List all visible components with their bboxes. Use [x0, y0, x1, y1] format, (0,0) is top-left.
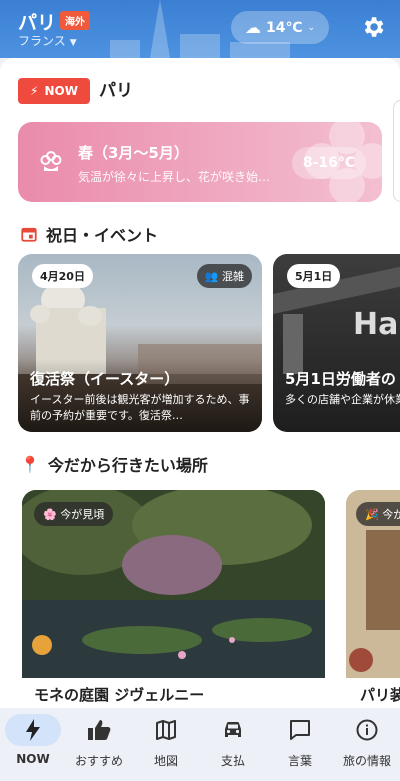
now-city-title: パリ — [99, 81, 133, 101]
next-card-peek[interactable] — [393, 100, 400, 202]
event-description: イースター前後は観光客が増加するため、事前の予約が重要です。復活祭… — [30, 393, 250, 422]
crowd-label: 混雑 — [222, 270, 244, 283]
events-section-title: 祝日・イベント — [46, 226, 159, 245]
gear-icon[interactable] — [360, 14, 386, 40]
calendar-icon — [21, 227, 37, 242]
bottom-navigation: NOW おすすめ 地図 支払 言葉 旅の情報 — [0, 708, 400, 781]
current-city[interactable]: パリ — [18, 8, 56, 35]
thumbs-up-icon — [71, 714, 127, 746]
bolt-icon: ⚡ — [30, 84, 39, 98]
nav-label: NOW — [16, 752, 50, 766]
place-caption: モネの庭園 ジヴェルニー — [22, 678, 325, 708]
overseas-badge: 海外 — [60, 11, 90, 30]
map-icon — [138, 714, 194, 746]
people-icon: 👥 — [204, 270, 219, 283]
nav-label: 旅の情報 — [342, 754, 391, 768]
in-season-badge: 🌸 今が見頃 — [34, 502, 114, 526]
flower-icon — [40, 151, 62, 171]
place-card-giverny[interactable]: 🌸 今が見頃 モネの庭園 ジヴェルニー — [22, 490, 325, 708]
chevron-down-icon: ▼ — [69, 38, 77, 48]
season-card[interactable]: 春（3月〜5月） 気温が徐々に上昇し、花が咲き始… 8-16°C — [18, 122, 382, 202]
nav-payment[interactable]: 支払 — [200, 708, 266, 781]
map-pin-icon: 📍 — [20, 454, 40, 474]
season-temperature: 8-16°C — [292, 147, 366, 179]
event-date: 5月1日 — [287, 264, 341, 288]
in-season-badge: 🎉 今が — [356, 502, 400, 526]
event-description: 多くの店舗や企業が休業に買い物や食事の計画 — [285, 393, 400, 406]
event-card-easter[interactable]: 4月20日 👥 混雑 復活祭（イースター） イースター前後は観光客が増加するため… — [18, 254, 262, 432]
event-title: 5月1日労働者の — [285, 370, 396, 388]
event-card-labor-day[interactable]: Ha 5月1日 5月1日労働者の 多くの店舗や企業が休業に買い物や食事の計画 — [273, 254, 400, 432]
in-season-label: 今が — [382, 508, 400, 521]
party-icon: 🎉 — [365, 508, 379, 521]
nav-now[interactable]: NOW — [0, 708, 66, 781]
chat-bubble-icon — [272, 714, 328, 746]
now-badge-label: NOW — [44, 84, 78, 98]
info-icon — [339, 714, 395, 746]
weather-temp: 14℃ — [266, 19, 303, 36]
app-header: パリ 海外 フランス ▼ ☁ 14℃ ⌄ — [0, 0, 400, 58]
nav-label: 言葉 — [287, 754, 312, 768]
nav-map[interactable]: 地図 — [133, 708, 199, 781]
season-title: 春（3月〜5月） — [78, 144, 189, 162]
cloud-sun-icon: ☁ — [245, 18, 261, 37]
bolt-icon — [5, 714, 61, 746]
main-content: ⚡ NOW パリ 春（3月〜5月） 気温が徐々に上昇し、花が咲き始… 8-16°C… — [0, 58, 400, 708]
event-title: 復活祭（イースター） — [30, 370, 180, 388]
weather-button[interactable]: ☁ 14℃ ⌄ — [231, 11, 329, 44]
nav-recommend[interactable]: おすすめ — [66, 708, 132, 781]
nav-label: 支払 — [220, 754, 245, 768]
chevron-down-icon: ⌄ — [307, 22, 315, 33]
svg-text:Ha: Ha — [353, 307, 398, 342]
places-section-title: 今だから行きたい場所 — [47, 456, 208, 475]
in-season-label: 今が見頃 — [60, 508, 105, 521]
place-caption: パリ装 — [346, 678, 400, 708]
country-selector[interactable]: フランス ▼ — [18, 32, 77, 49]
now-badge: ⚡ NOW — [18, 78, 90, 104]
nav-travel-info[interactable]: 旅の情報 — [334, 708, 400, 781]
flower-icon: 🌸 — [43, 508, 57, 521]
nav-label: 地図 — [153, 754, 178, 768]
crowd-badge: 👥 混雑 — [196, 264, 252, 288]
nav-language[interactable]: 言葉 — [267, 708, 333, 781]
country-label: フランス — [18, 34, 66, 48]
event-date: 4月20日 — [32, 264, 93, 288]
car-icon — [205, 714, 261, 746]
nav-label: おすすめ — [74, 754, 123, 768]
place-title: モネの庭園 ジヴェルニー — [34, 686, 205, 704]
place-card-paris[interactable]: 🎉 今が パリ装 — [346, 490, 400, 708]
season-description: 気温が徐々に上昇し、花が咲き始… — [78, 170, 271, 184]
place-title: パリ装 — [360, 686, 400, 704]
events-section-header: 祝日・イベント — [20, 222, 158, 246]
places-section-header: 📍 今だから行きたい場所 — [20, 452, 208, 476]
